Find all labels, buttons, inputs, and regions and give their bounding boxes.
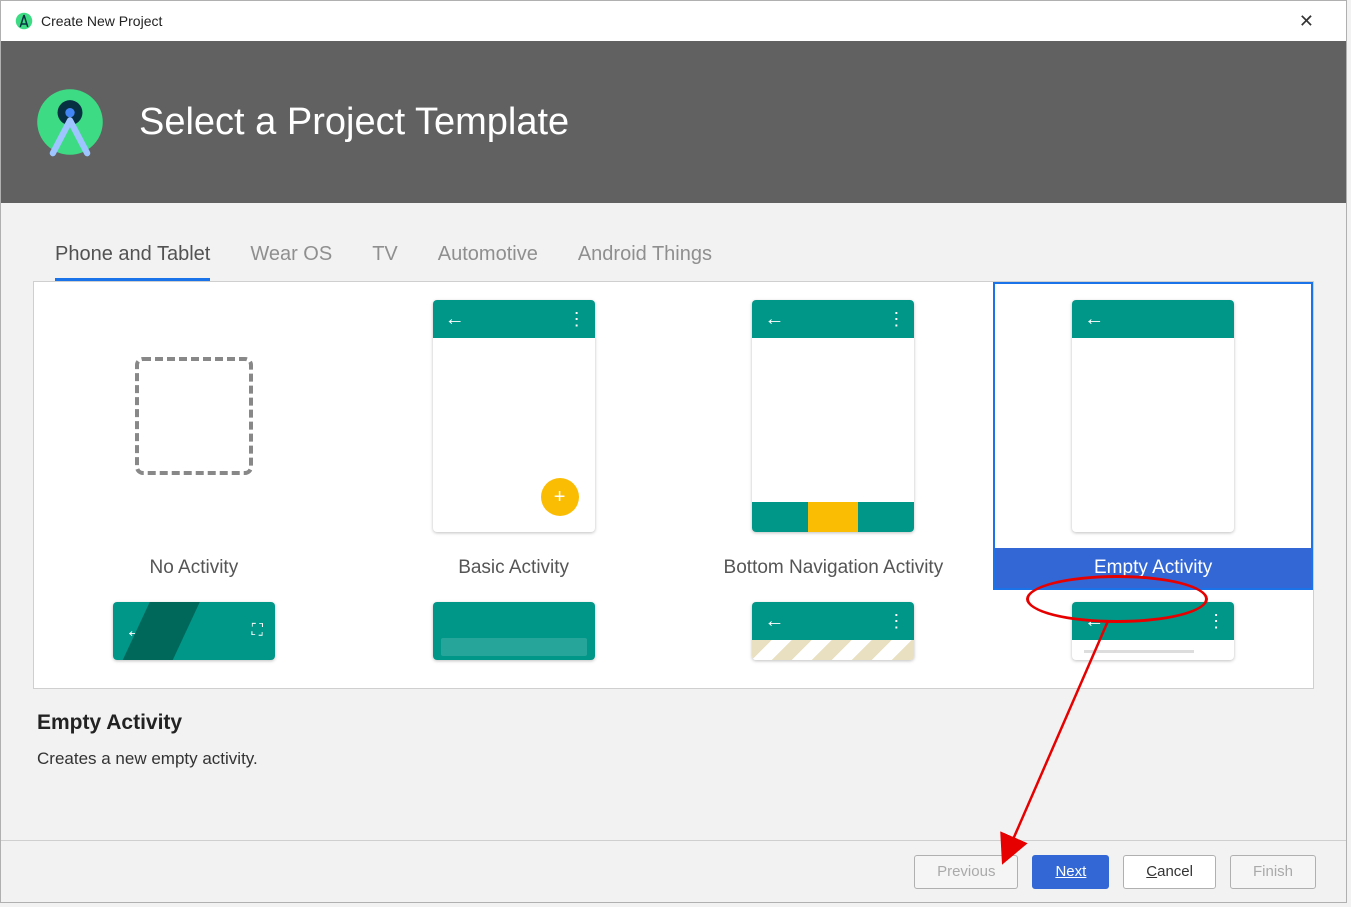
template-grid[interactable]: No Activity ←⋮ + Basic Activity ←⋮ [33, 281, 1314, 689]
back-arrow-icon: ← [764, 610, 784, 633]
tab-phone-tablet[interactable]: Phone and Tablet [55, 243, 210, 281]
finish-button: Finish [1230, 855, 1316, 889]
previous-button: Previous [914, 855, 1018, 889]
back-arrow-icon: ← [1084, 308, 1104, 331]
overflow-icon: ⋮ [1207, 611, 1222, 632]
template-fullscreen-activity[interactable]: ←⛶ [34, 590, 354, 664]
template-label: No Activity [36, 548, 352, 588]
template-bottom-nav-activity[interactable]: ← ⋮ Bottom Navigation Activity [674, 282, 994, 590]
overflow-icon: ⋮ [887, 309, 902, 330]
description-title: Empty Activity [37, 711, 1310, 735]
template-label: Bottom Navigation Activity [676, 548, 992, 588]
tab-automotive[interactable]: Automotive [438, 243, 538, 281]
tab-wear-os[interactable]: Wear OS [250, 243, 332, 281]
android-studio-logo [31, 83, 109, 161]
template-row2-d[interactable]: ←⋮ [993, 590, 1313, 664]
create-project-dialog: Create New Project ✕ Select a Project Te… [0, 0, 1347, 903]
overflow-icon: ⋮ [887, 611, 902, 632]
no-activity-icon [135, 357, 253, 475]
titlebar: Create New Project ✕ [1, 1, 1346, 41]
cancel-button[interactable]: Cancel [1123, 855, 1216, 889]
back-arrow-icon: ← [764, 308, 784, 331]
template-row2-b[interactable] [354, 590, 674, 664]
platform-tabs: Phone and Tablet Wear OS TV Automotive A… [1, 203, 1346, 281]
template-basic-activity[interactable]: ← ⋮ + Basic Activity [354, 282, 674, 590]
back-arrow-icon: ← [1084, 610, 1104, 633]
content-area: Phone and Tablet Wear OS TV Automotive A… [1, 203, 1346, 840]
template-no-activity[interactable]: No Activity [34, 282, 354, 590]
template-label: Empty Activity [995, 548, 1311, 588]
close-icon[interactable]: ✕ [1291, 9, 1322, 34]
wizard-footer: Previous Next Cancel Finish [1, 840, 1346, 902]
page-title: Select a Project Template [139, 101, 569, 144]
template-label: Basic Activity [356, 548, 672, 588]
next-button[interactable]: Next [1032, 855, 1109, 889]
android-studio-icon [15, 12, 33, 30]
template-empty-activity[interactable]: ← Empty Activity [993, 282, 1313, 590]
map-preview-icon [752, 640, 914, 660]
window-title: Create New Project [41, 13, 162, 29]
wizard-header: Select a Project Template [1, 41, 1346, 203]
tab-tv[interactable]: TV [372, 243, 398, 281]
description-text: Creates a new empty activity. [37, 749, 1310, 769]
fab-icon: + [541, 478, 579, 516]
tab-android-things[interactable]: Android Things [578, 243, 712, 281]
template-description: Empty Activity Creates a new empty activ… [1, 689, 1346, 791]
overflow-icon: ⋮ [568, 309, 583, 330]
back-arrow-icon: ← [445, 308, 465, 331]
template-row2-c[interactable]: ←⋮ [674, 590, 994, 664]
fullscreen-icon: ⛶ [252, 622, 263, 640]
